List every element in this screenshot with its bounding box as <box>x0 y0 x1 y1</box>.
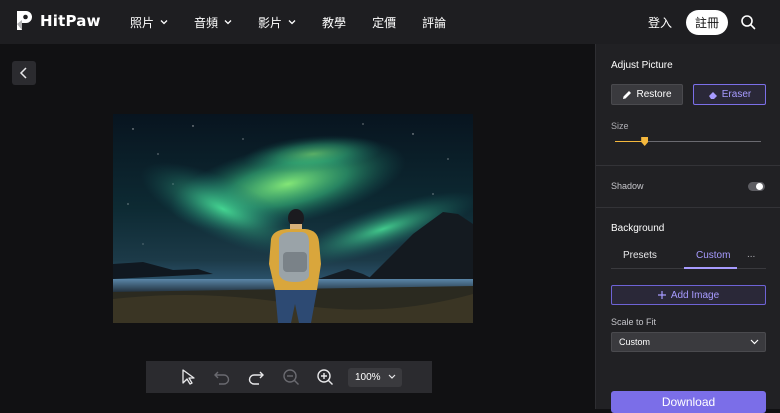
nav-item-video[interactable]: 影片 <box>258 14 296 31</box>
size-slider-thumb[interactable] <box>641 137 649 146</box>
select-arrow-icon[interactable] <box>180 368 198 386</box>
zoom-out-icon[interactable] <box>282 368 300 386</box>
adjust-panel: Adjust Picture Restore Eraser Size Shado… <box>595 44 780 413</box>
tab-custom[interactable]: Custom <box>696 250 730 261</box>
plus-icon <box>657 291 666 299</box>
size-slider-fill <box>615 141 645 142</box>
background-tabs: Presets Custom ... <box>611 247 766 269</box>
edited-photo <box>113 114 473 323</box>
scale-select[interactable]: Custom <box>611 332 766 352</box>
eraser-icon <box>708 91 717 99</box>
restore-button[interactable]: Restore <box>611 84 683 105</box>
background-title: Background <box>611 223 665 234</box>
redo-icon[interactable] <box>247 368 265 386</box>
login-link[interactable]: 登入 <box>648 14 672 31</box>
search-icon[interactable] <box>740 14 756 30</box>
nav-item-label: 音頻 <box>194 15 219 30</box>
chevron-down-icon <box>224 20 232 25</box>
undo-icon[interactable] <box>213 368 231 386</box>
tab-presets[interactable]: Presets <box>623 250 657 261</box>
add-image-button[interactable]: Add Image <box>611 285 766 305</box>
eraser-button[interactable]: Eraser <box>693 84 766 105</box>
nav-item-pricing[interactable]: 定價 <box>372 14 396 31</box>
chevron-down-icon <box>750 339 759 345</box>
nav-item-label: 影片 <box>258 15 283 30</box>
scale-select-value: Custom <box>619 337 651 347</box>
nav-item-label: 教學 <box>322 15 347 30</box>
download-button[interactable]: Download <box>611 391 766 413</box>
main-nav: 照片 音頻 影片 教學 定價 評論 <box>130 0 472 44</box>
editor-canvas: 100% <box>0 44 595 409</box>
size-slider[interactable] <box>615 137 761 146</box>
more-tabs-button[interactable]: ... <box>747 249 755 260</box>
chevron-down-icon <box>160 20 168 25</box>
nav-item-photo[interactable]: 照片 <box>130 14 168 31</box>
toggle-knob <box>756 183 763 190</box>
divider <box>596 207 780 208</box>
aurora-photo <box>113 114 473 323</box>
nav-item-label: 定價 <box>372 15 397 30</box>
nav-item-tutorials[interactable]: 教學 <box>322 14 346 31</box>
adjust-picture-title: Adjust Picture <box>611 60 673 71</box>
brand-name: HitPaw <box>40 12 101 30</box>
nav-item-reviews[interactable]: 評論 <box>422 14 446 31</box>
chevron-down-icon <box>388 374 396 379</box>
shadow-label: Shadow <box>611 181 644 191</box>
zoom-level-select[interactable]: 100% <box>348 368 402 387</box>
canvas-toolbar: 100% <box>146 361 432 393</box>
back-button[interactable] <box>12 61 36 85</box>
brand-logo[interactable]: HitPaw <box>14 10 101 32</box>
active-tab-indicator <box>684 267 737 269</box>
eraser-label: Eraser <box>721 89 752 100</box>
chevron-left-icon <box>19 67 27 79</box>
hitpaw-logo-icon <box>17 11 32 30</box>
divider <box>596 165 780 166</box>
chevron-down-icon <box>288 20 296 25</box>
restore-label: Restore <box>636 89 672 100</box>
size-label: Size <box>611 121 629 131</box>
register-button[interactable]: 註冊 <box>685 9 728 35</box>
nav-item-label: 評論 <box>422 15 447 30</box>
add-image-label: Add Image <box>670 289 720 301</box>
nav-item-label: 照片 <box>130 15 155 30</box>
zoom-level-value: 100% <box>355 372 381 383</box>
shadow-toggle[interactable] <box>748 182 765 191</box>
scale-to-fit-label: Scale to Fit <box>611 317 657 327</box>
nav-item-audio[interactable]: 音頻 <box>194 14 232 31</box>
account-nav: 登入 註冊 <box>648 0 780 44</box>
top-nav-bar: HitPaw 照片 音頻 影片 教學 定價 評論 登入 註冊 <box>0 0 780 44</box>
pencil-icon <box>623 90 632 99</box>
zoom-in-icon[interactable] <box>316 368 334 386</box>
